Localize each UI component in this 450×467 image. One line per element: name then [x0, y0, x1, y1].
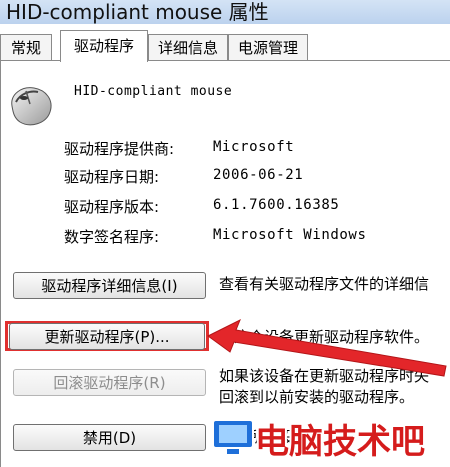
date-label: 驱动程序日期:	[64, 168, 160, 186]
driver-details-description: 查看有关驱动程序文件的详细信	[219, 275, 430, 293]
tab-general[interactable]: 常规	[0, 34, 52, 61]
update-driver-button[interactable]: 更新驱动程序(P)...	[9, 323, 205, 350]
version-value: 6.1.7600.16385	[213, 197, 340, 213]
watermark-logo-icon	[212, 419, 254, 454]
provider-value: Microsoft	[213, 139, 295, 155]
rollback-description-line2: 回滚到以前安装的驱动程序。	[219, 388, 415, 406]
provider-label: 驱动程序提供商:	[64, 140, 175, 158]
watermark-text: 电脑技术吧	[255, 422, 425, 462]
disable-button[interactable]: 禁用(D)	[13, 424, 206, 451]
mouse-icon	[11, 87, 52, 126]
driver-details-button[interactable]: 驱动程序详细信息(I)	[13, 272, 206, 299]
device-name: HID-compliant mouse	[74, 84, 233, 99]
red-arrow-annotation	[207, 318, 447, 377]
signer-label: 数字签名程序:	[64, 228, 160, 246]
tab-power-management[interactable]: 电源管理	[228, 34, 308, 61]
tab-details[interactable]: 详细信息	[148, 34, 228, 61]
window-title: HID-compliant mouse 属性	[6, 0, 269, 24]
date-value: 2006-06-21	[213, 167, 304, 183]
watermark: 电脑技术吧	[211, 408, 450, 464]
tab-driver[interactable]: 驱动程序	[60, 30, 148, 62]
title-bar: HID-compliant mouse 属性	[0, 0, 450, 25]
rollback-driver-button[interactable]: 回滚驱动程序(R)	[13, 369, 206, 396]
version-label: 驱动程序版本:	[64, 198, 160, 216]
signer-value: Microsoft Windows	[213, 227, 367, 243]
